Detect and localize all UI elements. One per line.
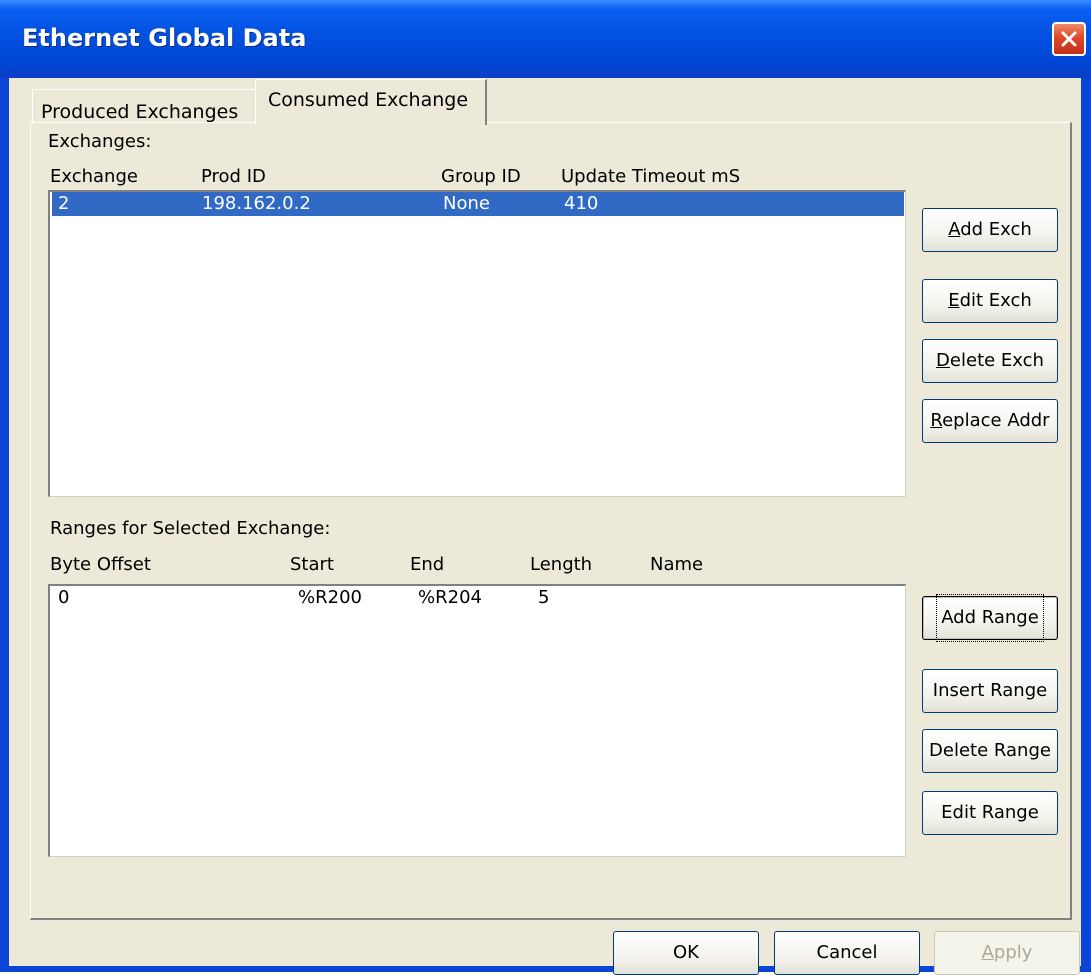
range-cell-end: %R204	[418, 587, 482, 608]
exchanges-list[interactable]: 2 198.162.0.2 None 410	[48, 190, 906, 497]
exchanges-col-timeout: Update Timeout mS	[561, 166, 741, 187]
ok-button[interactable]: OK	[613, 931, 759, 975]
range-cell-offset: 0	[58, 587, 70, 608]
edit-exch-button[interactable]: Edit Exch	[922, 279, 1058, 323]
insert-range-button[interactable]: Insert Range	[922, 669, 1058, 713]
range-cell-start: %R200	[298, 587, 362, 608]
tab-produced-exchanges[interactable]: Produced Exchanges	[32, 89, 264, 125]
tab-consumed-exchange[interactable]: Consumed Exchange	[255, 79, 487, 128]
dialog-client-area: Produced Exchanges Consumed Exchange Exc…	[9, 78, 1081, 975]
tab-produced-label: Produced Exchanges	[41, 101, 239, 123]
apply-button[interactable]: Apply	[934, 931, 1080, 975]
range-cell-length: 5	[538, 587, 550, 608]
exchange-row[interactable]: 2 198.162.0.2 None 410	[52, 192, 904, 216]
ranges-col-byte-offset: Byte Offset	[50, 554, 151, 575]
ranges-col-end: End	[410, 554, 445, 575]
ranges-col-length: Length	[530, 554, 593, 575]
edit-range-button[interactable]: Edit Range	[922, 791, 1058, 835]
dialog-window: Ethernet Global Data Produced Exchanges …	[0, 0, 1091, 975]
cancel-button[interactable]: Cancel	[774, 931, 920, 975]
exchanges-section-label: Exchanges:	[48, 131, 152, 152]
ranges-col-name: Name	[650, 554, 704, 575]
delete-range-button[interactable]: Delete Range	[922, 729, 1058, 773]
exchange-cell-timeout: 410	[564, 193, 599, 214]
tab-panel: Exchanges: Exchange Prod ID Group ID Upd…	[30, 122, 1072, 920]
exchanges-col-prod-id: Prod ID	[201, 166, 266, 187]
replace-addr-button[interactable]: Replace Addr	[922, 399, 1058, 443]
title-bar[interactable]: Ethernet Global Data	[0, 0, 1091, 78]
range-row[interactable]: 0 %R200 %R204 5	[52, 586, 904, 610]
ranges-list[interactable]: 0 %R200 %R204 5	[48, 584, 906, 857]
tab-consumed-label: Consumed Exchange	[268, 89, 469, 111]
ranges-col-start: Start	[290, 554, 334, 575]
delete-exch-button[interactable]: Delete Exch	[922, 339, 1058, 383]
add-exch-button[interactable]: Add Exch	[922, 208, 1058, 252]
exchanges-col-exchange: Exchange	[50, 166, 138, 187]
exchanges-col-group-id: Group ID	[441, 166, 521, 187]
close-button[interactable]	[1052, 22, 1086, 56]
window-title: Ethernet Global Data	[22, 24, 307, 52]
exchange-cell-group-id: None	[443, 193, 490, 214]
close-icon	[1061, 31, 1077, 47]
ranges-section-label: Ranges for Selected Exchange:	[50, 518, 331, 539]
add-range-button[interactable]: Add Range	[922, 594, 1058, 642]
exchange-cell-number: 2	[58, 193, 70, 214]
exchange-cell-prod-id: 198.162.0.2	[202, 193, 311, 214]
